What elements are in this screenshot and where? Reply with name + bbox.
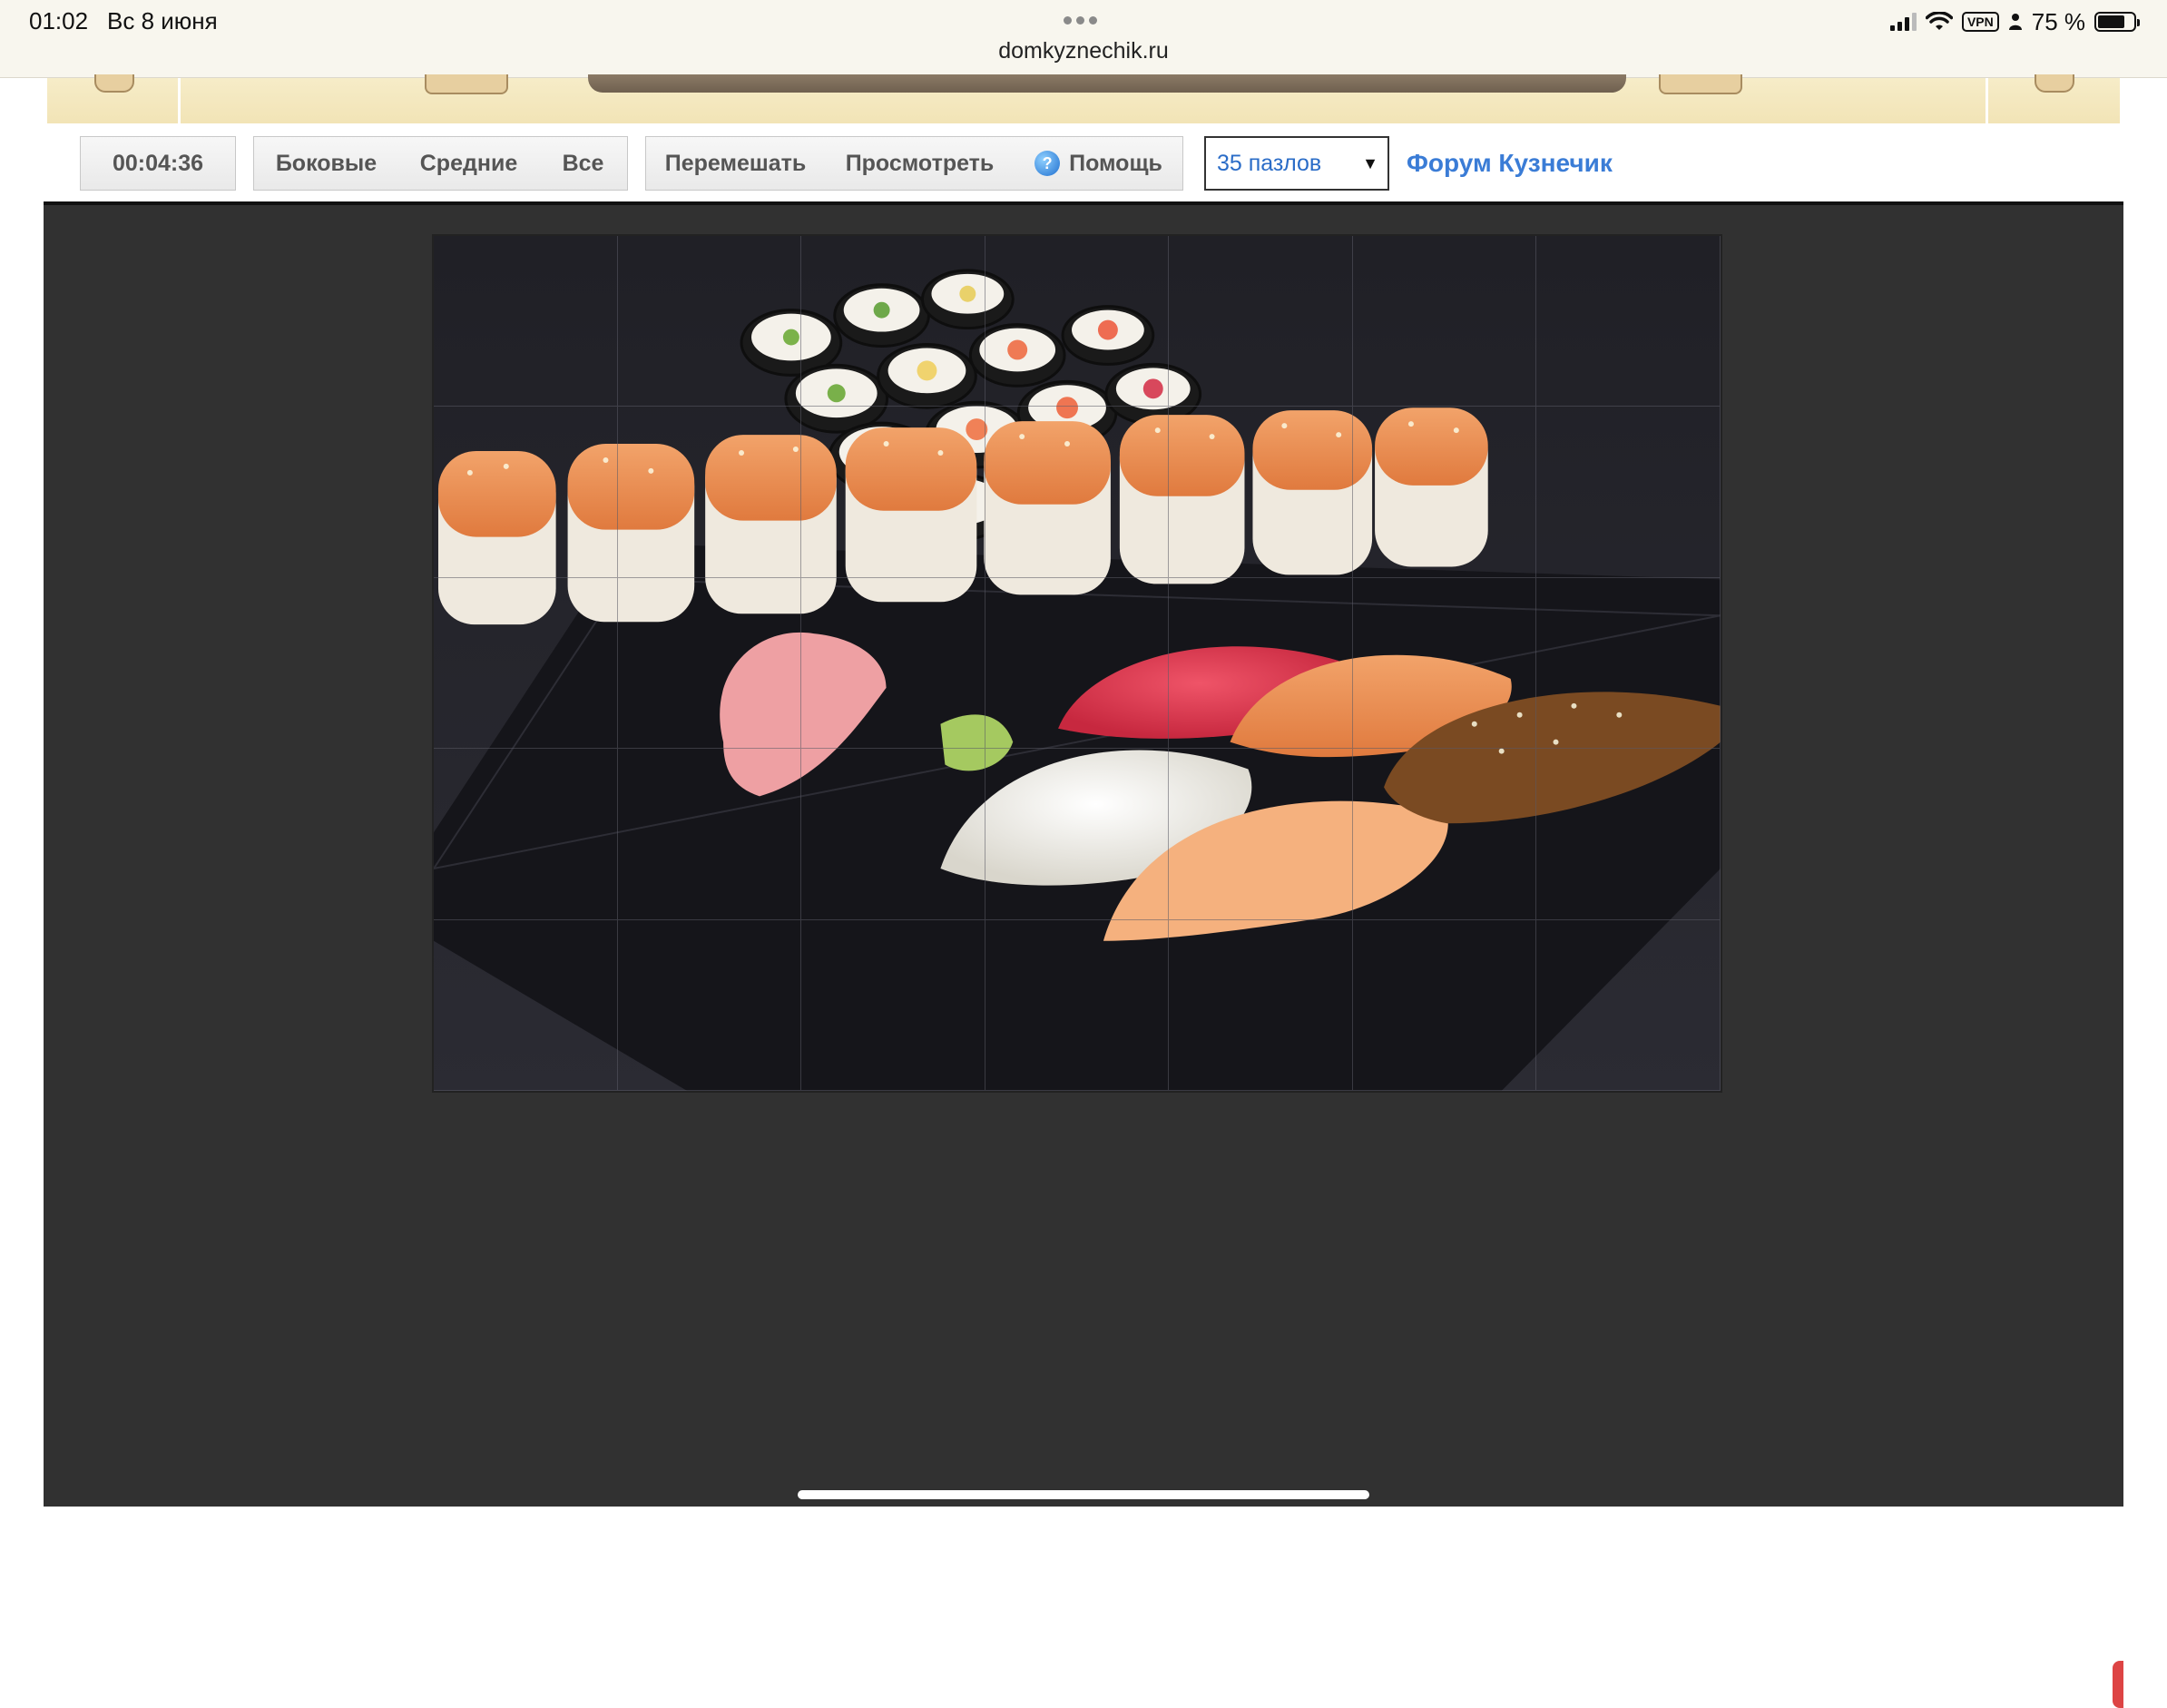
puzzle-piece[interactable] [617, 407, 802, 578]
banner-title-bar [588, 74, 1626, 93]
puzzle-piece[interactable] [801, 407, 985, 578]
site-header-banner [47, 74, 2120, 123]
more-dots-icon[interactable] [1064, 13, 1103, 25]
filter-all-button[interactable]: Все [539, 136, 628, 191]
banner-ornament [2035, 74, 2074, 93]
timer-display: 00:04:36 [80, 136, 236, 191]
puzzle-piece[interactable] [985, 749, 1170, 920]
page-edge-tab [2113, 1661, 2123, 1708]
puzzle-piece[interactable] [617, 236, 802, 407]
puzzle-piece[interactable] [1352, 236, 1537, 407]
puzzle-piece[interactable] [985, 577, 1170, 750]
puzzle-board[interactable] [432, 234, 1722, 1093]
banner-ornament [1659, 74, 1742, 94]
puzzle-piece[interactable] [1352, 749, 1537, 920]
puzzle-piece[interactable] [434, 577, 618, 750]
puzzle-piece[interactable] [1536, 749, 1721, 920]
banner-divider [178, 78, 181, 123]
help-icon: ? [1034, 151, 1061, 176]
puzzle-piece[interactable] [434, 919, 618, 1091]
banner-divider [1986, 78, 1988, 123]
puzzle-piece[interactable] [617, 919, 802, 1091]
status-date: Вс 8 июня [107, 7, 218, 34]
puzzle-piece[interactable] [985, 919, 1170, 1091]
puzzle-piece[interactable] [1169, 919, 1353, 1091]
filter-side-button[interactable]: Боковые [253, 136, 399, 191]
puzzle-piece[interactable] [434, 407, 618, 578]
help-button[interactable]: ? Помощь [1015, 136, 1183, 191]
puzzle-piece[interactable] [1169, 407, 1353, 578]
cellular-signal-icon [1889, 13, 1917, 31]
puzzle-piece[interactable] [1536, 577, 1721, 750]
banner-ornament [94, 74, 134, 93]
puzzle-piece[interactable] [1536, 236, 1721, 407]
puzzle-piece[interactable] [985, 407, 1170, 578]
puzzle-piece[interactable] [985, 236, 1170, 407]
puzzle-piece[interactable] [434, 749, 618, 920]
puzzle-piece[interactable] [1352, 919, 1537, 1091]
puzzle-piece[interactable] [1169, 749, 1353, 920]
puzzle-piece[interactable] [1536, 407, 1721, 578]
address-url[interactable]: domkyznechik.ru [0, 38, 2167, 64]
home-indicator[interactable] [798, 1490, 1369, 1499]
puzzle-piece[interactable] [801, 236, 985, 407]
puzzle-piece[interactable] [1536, 919, 1721, 1091]
puzzle-piece[interactable] [1169, 236, 1353, 407]
wifi-icon [1925, 12, 1953, 30]
chevron-down-icon: ▼ [1362, 154, 1378, 172]
person-icon [2008, 14, 2022, 30]
browser-status-bar: 01:02 Вс 8 июня domkyznechik.ru VPN 75 % [0, 0, 2167, 78]
puzzle-piece[interactable] [617, 749, 802, 920]
battery-percent: 75 % [2031, 7, 2085, 35]
pieces-count-select[interactable]: 35 пазлов ▼ [1204, 136, 1389, 191]
status-indicators: VPN 75 % [1889, 7, 2140, 35]
battery-icon [2094, 12, 2140, 32]
puzzle-workspace [44, 201, 2123, 1708]
puzzle-piece[interactable] [1352, 407, 1537, 578]
filter-middle-button[interactable]: Средние [398, 136, 540, 191]
pieces-count-value: 35 пазлов [1217, 150, 1322, 176]
puzzle-piece[interactable] [1169, 577, 1353, 750]
puzzle-piece[interactable] [801, 919, 985, 1091]
help-label: Помощь [1069, 150, 1162, 176]
puzzle-toolbar: 00:04:36 Боковые Средние Все Перемешать … [47, 123, 2120, 201]
preview-button[interactable]: Просмотреть [825, 136, 1015, 191]
vpn-badge: VPN [1961, 12, 1999, 32]
puzzle-piece[interactable] [801, 577, 985, 750]
puzzle-piece[interactable] [617, 577, 802, 750]
forum-link[interactable]: Форум Кузнечик [1407, 149, 1613, 178]
shuffle-button[interactable]: Перемешать [645, 136, 826, 191]
banner-ornament [425, 74, 508, 94]
puzzle-piece[interactable] [1352, 577, 1537, 750]
status-time: 01:02 [29, 7, 89, 34]
puzzle-piece[interactable] [801, 749, 985, 920]
puzzle-piece[interactable] [434, 236, 618, 407]
